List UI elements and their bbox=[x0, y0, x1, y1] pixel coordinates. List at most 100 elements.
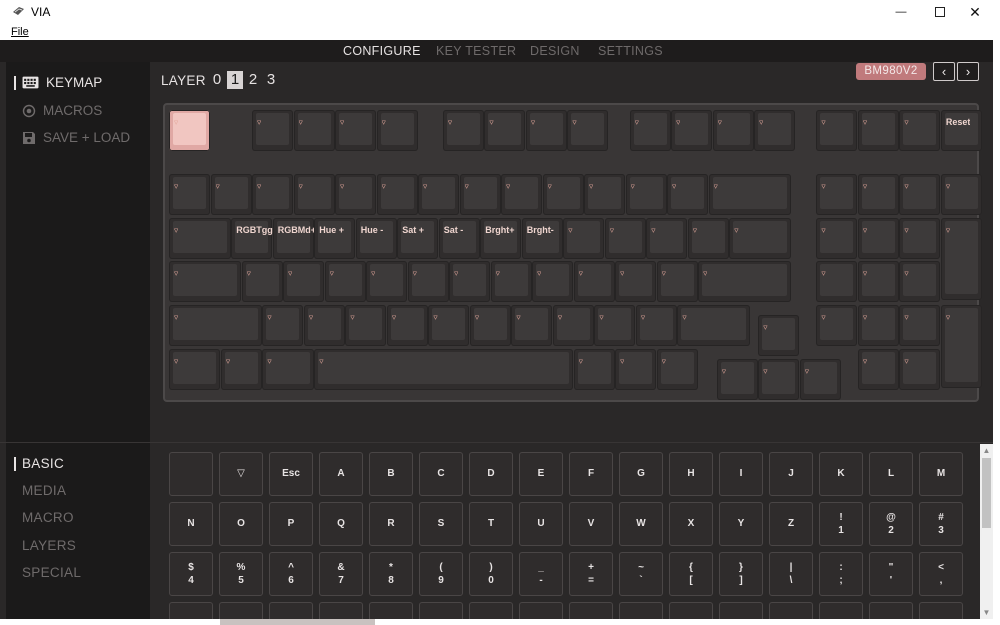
palette-key[interactable] bbox=[769, 602, 813, 619]
palette-key[interactable]: ▽ bbox=[219, 452, 263, 496]
keymap-key[interactable]: ▿ bbox=[511, 305, 553, 347]
palette-key[interactable]: A bbox=[319, 452, 363, 496]
palette-key[interactable] bbox=[519, 602, 563, 619]
keymap-key[interactable]: ▿ bbox=[490, 261, 532, 303]
category-layers[interactable]: LAYERS bbox=[22, 538, 76, 553]
palette-key[interactable] bbox=[469, 602, 513, 619]
keymap-key[interactable]: ▿ bbox=[816, 217, 858, 259]
keymap-key[interactable]: ▿ bbox=[635, 305, 677, 347]
keymap-key[interactable]: ▿ bbox=[335, 174, 376, 216]
palette-key[interactable]: ~ ` bbox=[619, 552, 663, 596]
keymap-key[interactable]: Sat + bbox=[397, 217, 439, 259]
keymap-key[interactable]: ▿ bbox=[899, 261, 941, 303]
palette-key[interactable]: I bbox=[719, 452, 763, 496]
layer-option-3[interactable]: 3 bbox=[263, 71, 279, 89]
keymap-key[interactable]: ▿ bbox=[563, 217, 605, 259]
keymap-key[interactable]: ▿ bbox=[615, 348, 657, 390]
keymap-key[interactable]: Hue + bbox=[314, 217, 356, 259]
keymap-key[interactable]: ▿ bbox=[816, 174, 858, 216]
palette-key[interactable]: ? bbox=[219, 602, 263, 619]
keymap-key[interactable]: ▿ bbox=[857, 174, 899, 216]
keymap-key[interactable]: ▿ bbox=[816, 261, 858, 303]
palette-key[interactable]: W bbox=[619, 502, 663, 546]
palette-key[interactable]: }] bbox=[719, 552, 763, 596]
keymap-key[interactable]: ▿ bbox=[366, 261, 408, 303]
keymap-key[interactable]: ▿ bbox=[252, 110, 293, 151]
palette-key[interactable] bbox=[819, 602, 863, 619]
keymap-key[interactable]: ▿ bbox=[262, 348, 314, 390]
palette-key[interactable]: C bbox=[419, 452, 463, 496]
keymap-key[interactable]: ▿ bbox=[899, 217, 941, 259]
keymap-key[interactable]: ▿ bbox=[335, 110, 376, 151]
palette-key[interactable]: ) 0 bbox=[469, 552, 513, 596]
palette-key[interactable]: % 5 bbox=[219, 552, 263, 596]
palette-key[interactable]: * 8 bbox=[369, 552, 413, 596]
keymap-key[interactable]: ▿ bbox=[573, 261, 615, 303]
keymap-key[interactable]: ▿ bbox=[940, 217, 982, 301]
sidebar-item-macros[interactable]: MACROS bbox=[22, 103, 102, 118]
keymap-key[interactable]: ▿ bbox=[799, 359, 841, 400]
palette-key[interactable]: $4 bbox=[169, 552, 213, 596]
palette-key[interactable]: <, bbox=[919, 552, 963, 596]
palette-key[interactable]: M bbox=[919, 452, 963, 496]
keymap-key[interactable]: ▿ bbox=[656, 348, 698, 390]
keymap-key[interactable]: ▿ bbox=[758, 315, 800, 357]
sidebar-item-save-load[interactable]: SAVE + LOAD bbox=[22, 130, 130, 145]
keymap-key[interactable]: ▿ bbox=[469, 305, 511, 347]
palette-key[interactable]: @2 bbox=[869, 502, 913, 546]
category-basic[interactable]: BASIC bbox=[13, 456, 64, 471]
tab-settings[interactable]: SETTINGS bbox=[598, 44, 663, 58]
keymap-key[interactable]: ▿ bbox=[594, 305, 636, 347]
palette-key[interactable] bbox=[869, 602, 913, 619]
layer-option-0[interactable]: 0 bbox=[209, 71, 225, 89]
keymap-key-selected[interactable]: ▿ bbox=[169, 110, 210, 151]
keymap-key[interactable]: ▿ bbox=[687, 217, 729, 259]
scroll-down-icon[interactable]: ▼ bbox=[980, 606, 993, 619]
keymap-key[interactable]: ▿ bbox=[169, 217, 231, 259]
category-macro[interactable]: MACRO bbox=[22, 510, 74, 525]
palette-key[interactable]: #3 bbox=[919, 502, 963, 546]
palette-key[interactable] bbox=[419, 602, 463, 619]
keymap-key[interactable]: ▿ bbox=[758, 359, 800, 400]
keymap-key[interactable]: ▿ bbox=[283, 261, 325, 303]
palette-key[interactable]: V bbox=[569, 502, 613, 546]
keymap-key[interactable]: ▿ bbox=[708, 174, 791, 216]
palette-key[interactable]: + = bbox=[569, 552, 613, 596]
keymap-key[interactable]: ▿ bbox=[241, 261, 283, 303]
keymap-key[interactable]: Brght- bbox=[521, 217, 563, 259]
keymap-key[interactable]: ▿ bbox=[940, 305, 982, 388]
palette-key[interactable]: O bbox=[219, 502, 263, 546]
keymap-key[interactable]: RGBTgg bbox=[231, 217, 273, 259]
palette-key[interactable]: E bbox=[519, 452, 563, 496]
palette-key[interactable] bbox=[169, 452, 213, 496]
palette-key[interactable] bbox=[619, 602, 663, 619]
tab-design[interactable]: DESIGN bbox=[530, 44, 580, 58]
keymap-key[interactable]: ▿ bbox=[169, 348, 221, 390]
keymap-key[interactable]: ▿ bbox=[625, 174, 667, 216]
keymap-key[interactable]: ▿ bbox=[386, 305, 428, 347]
palette-key[interactable]: L bbox=[869, 452, 913, 496]
keymap-key[interactable]: ▿ bbox=[816, 110, 858, 151]
keymap-key[interactable]: Hue - bbox=[355, 217, 397, 259]
keymap-key[interactable]: ▿ bbox=[729, 217, 791, 259]
keymap-key[interactable]: ▿ bbox=[671, 110, 713, 151]
keymap-key[interactable]: Reset bbox=[940, 110, 982, 151]
palette-key[interactable]: | \ bbox=[769, 552, 813, 596]
palette-key[interactable]: R bbox=[369, 502, 413, 546]
palette-key[interactable]: P bbox=[269, 502, 313, 546]
keymap-key[interactable]: ▿ bbox=[754, 110, 796, 151]
palette-key[interactable]: " ' bbox=[869, 552, 913, 596]
keymap-key[interactable]: ▿ bbox=[442, 110, 484, 151]
palette-key[interactable]: Q bbox=[319, 502, 363, 546]
palette-key[interactable]: T bbox=[469, 502, 513, 546]
palette-key[interactable]: J bbox=[769, 452, 813, 496]
layer-option-2[interactable]: 2 bbox=[245, 71, 261, 89]
keymap-key[interactable]: ▿ bbox=[459, 174, 501, 216]
keymap-key[interactable]: ▿ bbox=[677, 305, 750, 347]
keymap-key[interactable]: ▿ bbox=[857, 305, 899, 347]
palette-key[interactable]: G bbox=[619, 452, 663, 496]
keymap-key[interactable]: ▿ bbox=[428, 305, 470, 347]
keymap-key[interactable]: ▿ bbox=[899, 348, 941, 390]
keymap-key[interactable]: ▿ bbox=[899, 305, 941, 347]
keymap-key[interactable]: ▿ bbox=[712, 110, 754, 151]
